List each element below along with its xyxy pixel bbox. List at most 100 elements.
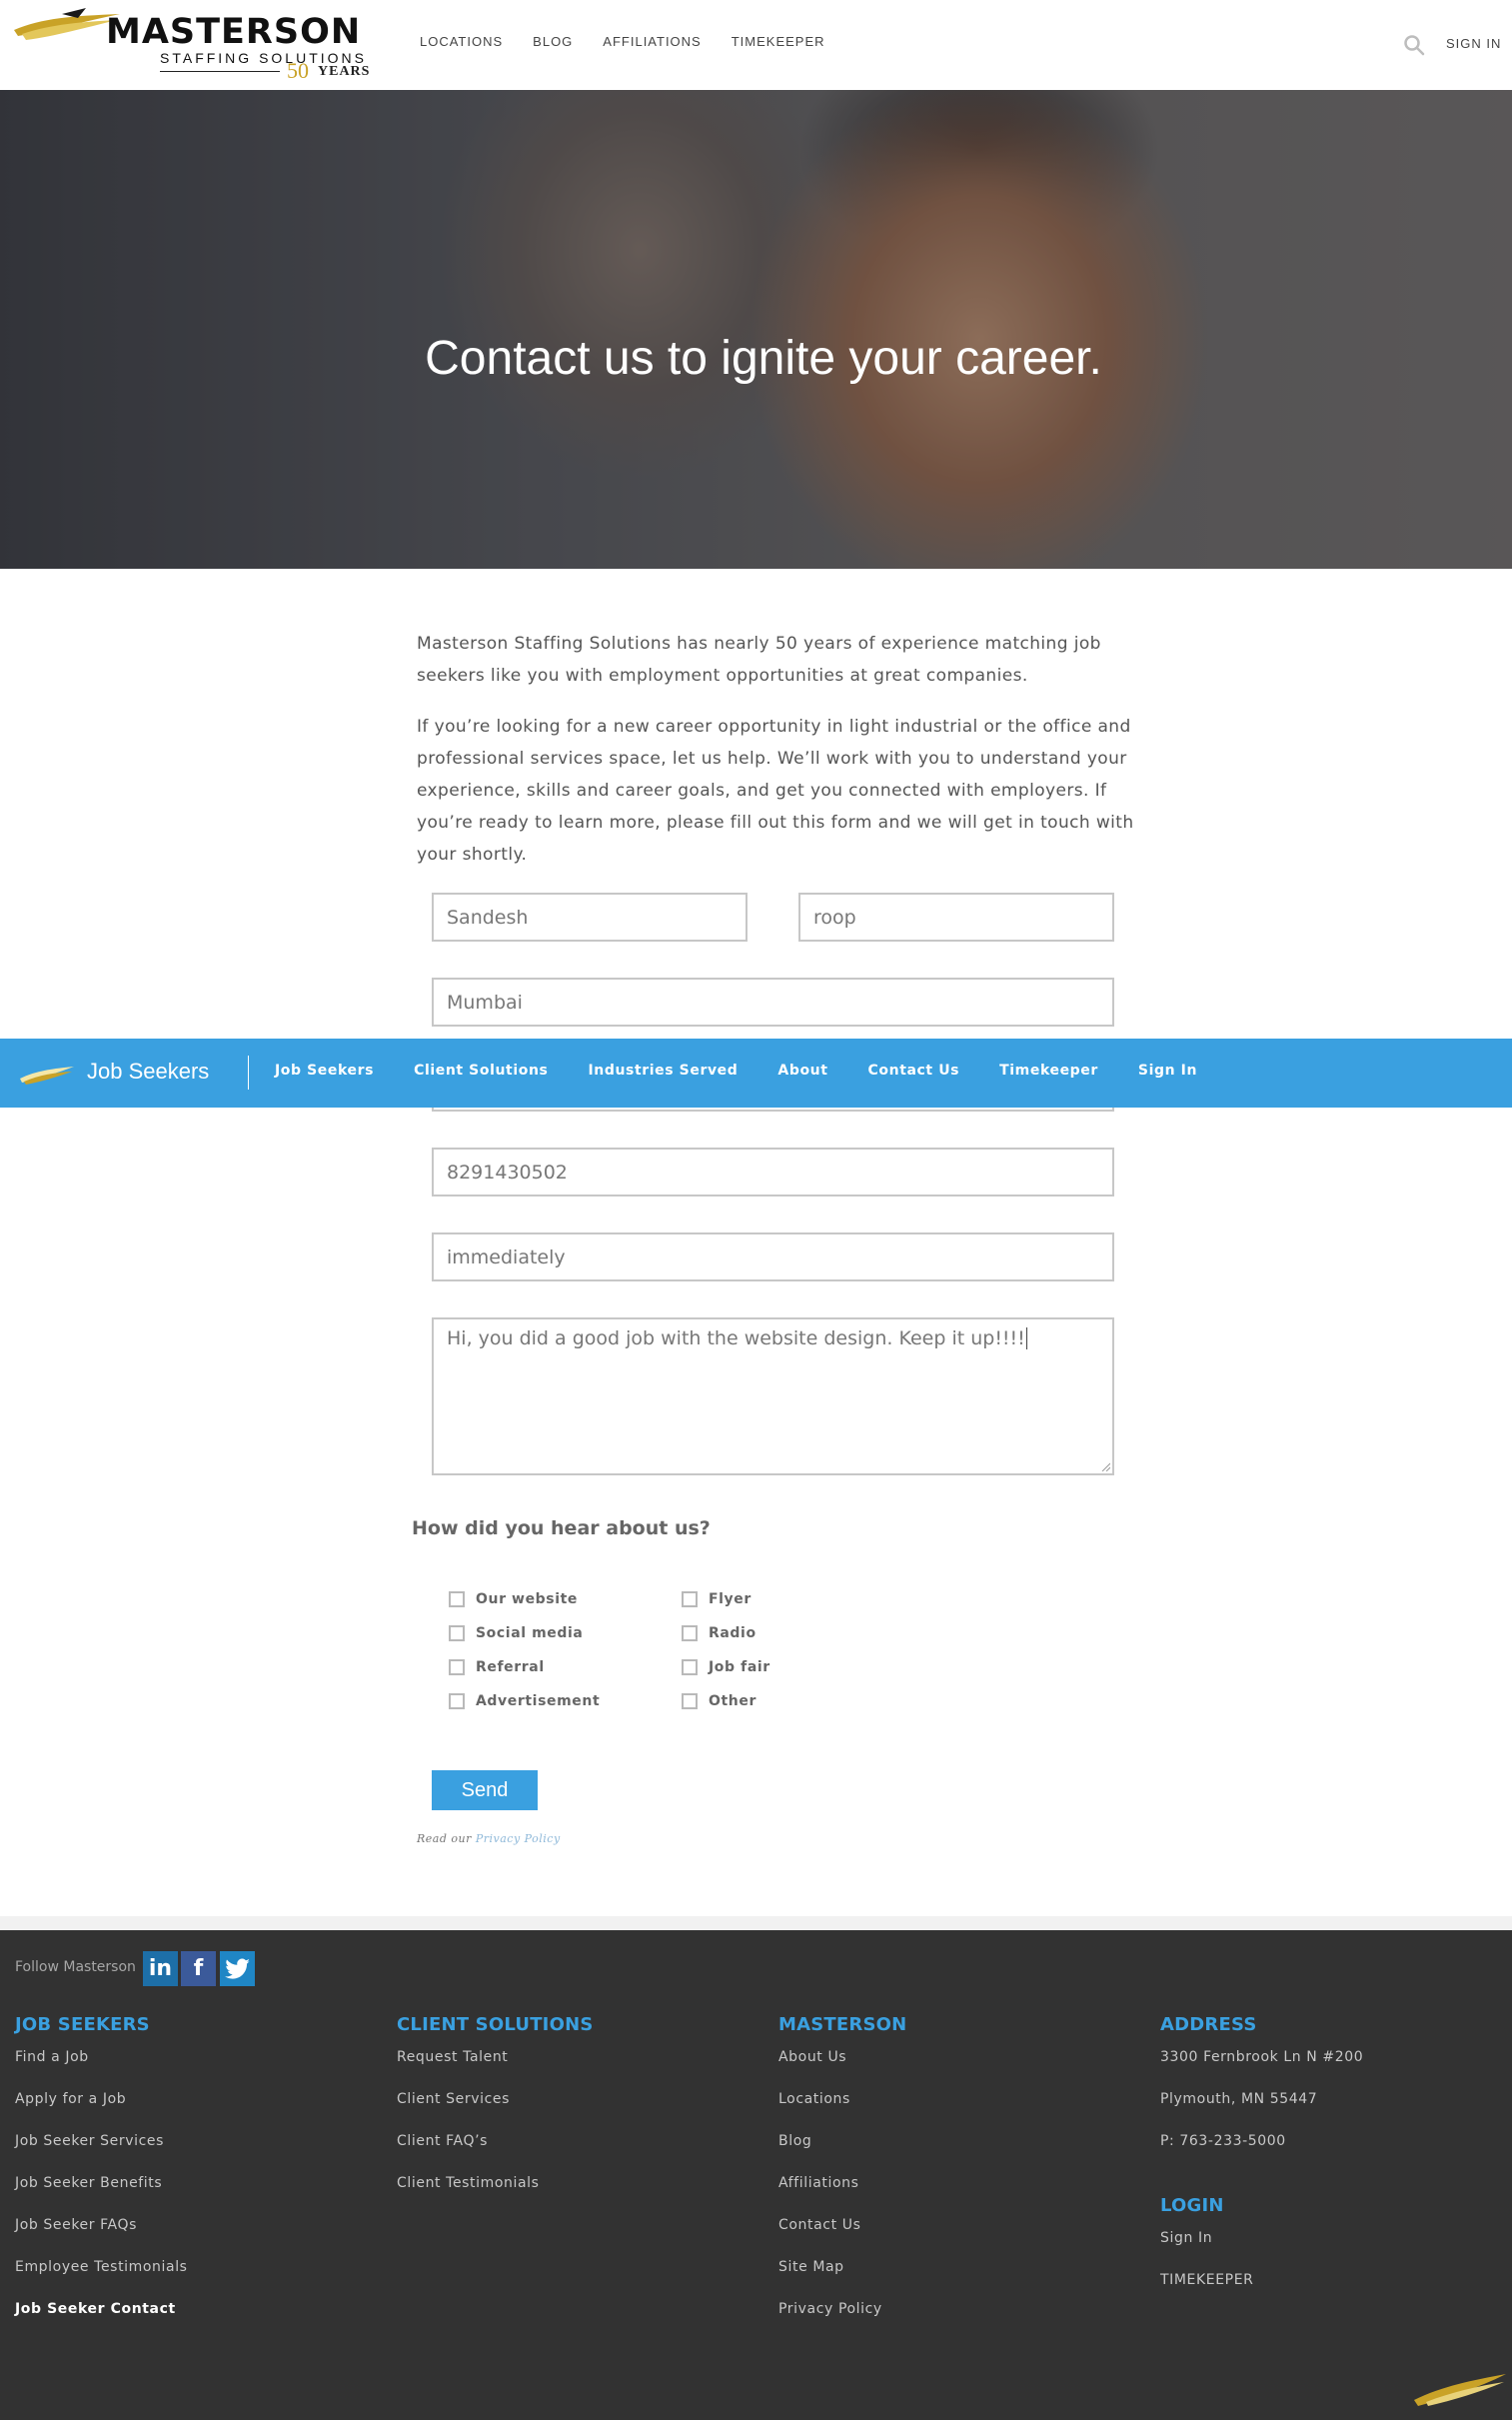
footer-link[interactable]: Contact Us [778, 2217, 906, 2259]
nav-blog[interactable]: BLOG [533, 34, 573, 49]
phone-field[interactable]: 8291430502 [432, 1148, 1114, 1197]
nav-locations[interactable]: LOCATIONS [420, 34, 503, 49]
footer-link[interactable]: Employee Testimonials [15, 2259, 188, 2301]
city-field[interactable]: Mumbai [432, 978, 1114, 1027]
footer-link[interactable]: Apply for a Job [15, 2091, 188, 2133]
first-name-value: Sandesh [447, 906, 529, 929]
privacy-note: Read our Privacy Policy [417, 1832, 561, 1845]
checkbox[interactable] [449, 1625, 465, 1641]
nav-affiliations[interactable]: AFFILIATIONS [603, 34, 701, 49]
checkbox-job-fair[interactable]: Job fair [682, 1659, 770, 1675]
footer-link[interactable]: Affiliations [778, 2175, 906, 2217]
linkedin-icon[interactable]: in [143, 1951, 178, 1986]
swoosh-logo-icon[interactable] [18, 1061, 76, 1087]
footer-col-address: ADDRESS 3300 Fernbrook Ln N #200 Plymout… [1160, 2014, 1363, 2314]
top-nav: LOCATIONS BLOG AFFILIATIONS TIMEKEEPER [420, 34, 855, 49]
checkbox-social-media[interactable]: Social media [449, 1625, 583, 1641]
checkbox[interactable] [682, 1693, 698, 1709]
footer-heading: JOB SEEKERS [15, 2014, 150, 2035]
logo-fifty: 50 [287, 58, 309, 83]
intro-paragraph-2: If you’re looking for a new career oppor… [417, 717, 1134, 865]
checkbox-radio[interactable]: Radio [682, 1625, 756, 1641]
footer-link[interactable]: Locations [778, 2091, 906, 2133]
footer-heading: MASTERSON [778, 2014, 907, 2035]
checkbox-flyer[interactable]: Flyer [682, 1591, 752, 1607]
sticky-nav-contact-us[interactable]: Contact Us [868, 1063, 960, 1079]
logo-rule [160, 71, 280, 72]
footer-link[interactable]: About Us [778, 2049, 906, 2091]
first-name-field[interactable]: Sandesh [432, 893, 748, 942]
footer-link[interactable]: Client Services [397, 2091, 594, 2133]
footer-link-active[interactable]: Job Seeker Contact [15, 2301, 188, 2343]
checkbox[interactable] [449, 1693, 465, 1709]
footer-link[interactable]: Job Seeker Services [15, 2133, 188, 2175]
checkbox-label: Job fair [709, 1659, 770, 1675]
footer-link[interactable]: Job Seeker Benefits [15, 2175, 188, 2217]
resize-grip-icon[interactable] [1100, 1461, 1110, 1471]
sticky-nav-job-seekers[interactable]: Job Seekers [275, 1063, 374, 1079]
intro-text: Masterson Staffing Solutions has nearly … [417, 628, 1136, 890]
footer-link[interactable]: Client Testimonials [397, 2175, 594, 2217]
checkbox[interactable] [682, 1591, 698, 1607]
site-header: MASTERSON STAFFING SOLUTIONS 50 YEARS LO… [0, 0, 1512, 90]
phone-line: P: 763-233-5000 [1160, 2133, 1286, 2149]
footer-link[interactable]: Client FAQ’s [397, 2133, 594, 2175]
checkbox-label: Other [709, 1693, 756, 1709]
footer-link-sign-in[interactable]: Sign In [1160, 2230, 1363, 2272]
checkbox-label: Referral [476, 1659, 545, 1675]
privacy-policy-link[interactable]: Privacy Policy [476, 1832, 561, 1845]
nav-timekeeper[interactable]: TIMEKEEPER [732, 34, 825, 49]
checkbox[interactable] [449, 1659, 465, 1675]
sticky-nav-about[interactable]: About [777, 1063, 827, 1079]
text-caret [1025, 1327, 1027, 1349]
message-textarea[interactable]: Hi, you did a good job with the website … [432, 1317, 1114, 1475]
privacy-prefix: Read our [417, 1832, 472, 1845]
facebook-icon[interactable]: f [181, 1951, 216, 1986]
checkbox-referral[interactable]: Referral [449, 1659, 545, 1675]
footer-link[interactable]: Request Talent [397, 2049, 594, 2091]
divider [248, 1056, 249, 1090]
footer-heading: ADDRESS [1160, 2014, 1257, 2035]
last-name-field[interactable]: roop [798, 893, 1114, 942]
checkbox-advertisement[interactable]: Advertisement [449, 1693, 600, 1709]
footer-swoosh-logo-icon [1414, 2374, 1506, 2406]
footer-col-job-seekers: JOB SEEKERS Find a Job Apply for a Job J… [15, 2014, 188, 2343]
twitter-icon[interactable] [220, 1951, 255, 1986]
sticky-nav-client-solutions[interactable]: Client Solutions [414, 1063, 548, 1079]
footer-link[interactable]: Find a Job [15, 2049, 188, 2091]
checkbox-our-website[interactable]: Our website [449, 1591, 578, 1607]
checkbox-label: Flyer [709, 1591, 752, 1607]
footer-col-client-solutions: CLIENT SOLUTIONS Request Talent Client S… [397, 2014, 594, 2217]
availability-field[interactable]: immediately [432, 1232, 1114, 1281]
logo-name: MASTERSON [106, 12, 362, 52]
footer-link-timekeeper[interactable]: TIMEKEEPER [1160, 2272, 1363, 2314]
search-icon[interactable] [1403, 34, 1425, 56]
checkbox[interactable] [682, 1659, 698, 1675]
sticky-nav-timekeeper[interactable]: Timekeeper [999, 1063, 1098, 1079]
send-button[interactable]: Send [432, 1770, 538, 1810]
checkbox-label: Advertisement [476, 1693, 601, 1709]
address-line: 3300 Fernbrook Ln N #200 [1160, 2049, 1364, 2065]
twitter-bird-icon [224, 1957, 250, 1979]
sticky-nav-sign-in[interactable]: Sign In [1138, 1063, 1197, 1079]
divider [0, 1916, 1512, 1930]
sticky-nav: Job Seekers Client Solutions Industries … [275, 1063, 1237, 1079]
city-value: Mumbai [447, 991, 523, 1014]
footer-link[interactable]: Site Map [778, 2259, 906, 2301]
masterson-logo[interactable]: MASTERSON STAFFING SOLUTIONS 50 YEARS [12, 8, 372, 84]
sign-in-link[interactable]: SIGN IN [1446, 36, 1501, 51]
checkbox[interactable] [449, 1591, 465, 1607]
phone-value: 8291430502 [447, 1161, 568, 1184]
footer-link[interactable]: Privacy Policy [778, 2301, 906, 2343]
checkbox[interactable] [682, 1625, 698, 1641]
sticky-nav-industries-served[interactable]: Industries Served [588, 1063, 738, 1079]
address-line: Plymouth, MN 55447 [1160, 2091, 1318, 2107]
checkbox-other[interactable]: Other [682, 1693, 756, 1709]
sticky-nav-bar: Job Seekers Job Seekers Client Solutions… [0, 1039, 1512, 1108]
footer-link[interactable]: Blog [778, 2133, 906, 2175]
footer-heading-login: LOGIN [1160, 2195, 1224, 2216]
survey-question: How did you hear about us? [412, 1517, 711, 1539]
intro-paragraph-1: Masterson Staffing Solutions has nearly … [417, 634, 1101, 686]
logo-years: YEARS [318, 64, 371, 79]
footer-link[interactable]: Job Seeker FAQs [15, 2217, 188, 2259]
